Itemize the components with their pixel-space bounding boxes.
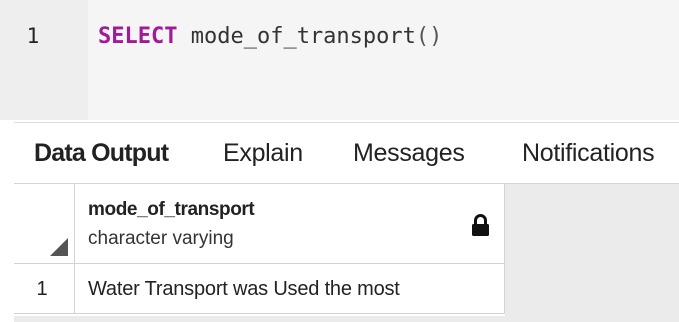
function-parens: () <box>415 24 443 49</box>
code-line[interactable]: SELECT mode_of_transport() <box>98 24 442 49</box>
tab-explain[interactable]: Explain <box>223 139 303 168</box>
tab-data-output[interactable]: Data Output <box>34 139 169 168</box>
table-cell[interactable]: Water Transport was Used the most <box>75 264 505 314</box>
tab-notifications[interactable]: Notifications <box>522 139 655 168</box>
line-number-gutter: 1 <box>0 0 88 120</box>
function-name: mode_of_transport <box>190 24 416 49</box>
output-panel: Data Output Explain Messages Notificatio… <box>14 122 679 322</box>
column-name: mode_of_transport <box>88 199 255 220</box>
select-all-icon <box>50 238 68 256</box>
column-header[interactable]: mode_of_transport character varying <box>75 184 505 264</box>
tab-messages[interactable]: Messages <box>353 139 465 168</box>
output-tabs: Data Output Explain Messages Notificatio… <box>14 122 679 184</box>
query-editor[interactable]: 1 SELECT mode_of_transport() <box>0 0 679 120</box>
lock-icon <box>472 214 489 236</box>
grid-corner[interactable] <box>14 184 75 264</box>
row-number[interactable]: 1 <box>14 264 75 314</box>
column-type: character varying <box>88 228 234 249</box>
line-number: 1 <box>26 24 40 48</box>
sql-keyword: SELECT <box>98 24 178 49</box>
results-grid: mode_of_transport character varying 1 Wa… <box>14 184 505 316</box>
